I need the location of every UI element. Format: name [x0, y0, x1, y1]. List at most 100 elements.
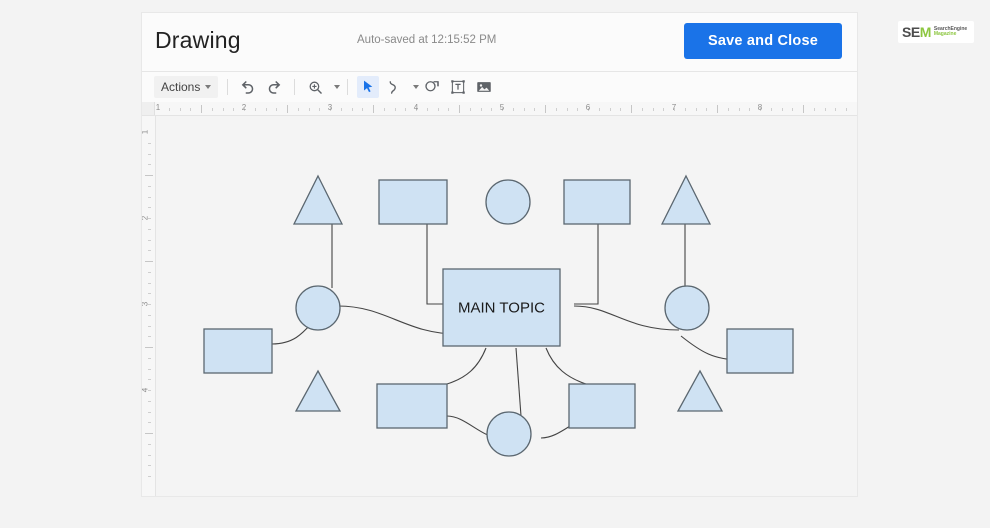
- ruler-tick: [405, 108, 407, 111]
- tri-bot-left-body[interactable]: [294, 369, 342, 412]
- diagram-svg: MAIN TOPIC: [203, 174, 794, 457]
- editor-toolbar: Actions: [142, 72, 857, 103]
- shape-circle-left[interactable]: [295, 285, 341, 331]
- shape-rect-left[interactable]: [203, 328, 273, 374]
- actions-menu[interactable]: Actions: [154, 76, 219, 98]
- line-curve-icon[interactable]: [383, 76, 405, 98]
- connector-line[interactable]: [337, 305, 458, 335]
- editor-header: Drawing Auto-saved at 12:15:52 PM Save a…: [142, 13, 857, 72]
- undo-icon[interactable]: [237, 76, 259, 98]
- save-and-close-button[interactable]: Save and Close: [684, 23, 842, 59]
- shape-main-topic[interactable]: MAIN TOPIC: [442, 268, 561, 347]
- ruler-tick: [148, 282, 151, 284]
- sem-logo: SE M SearchEngine Magazine: [898, 21, 974, 43]
- text-box-icon-svg: [451, 80, 466, 94]
- redo-icon[interactable]: [263, 76, 285, 98]
- ruler-tick: [770, 108, 772, 111]
- canvas-viewport: MAIN TOPIC: [156, 116, 857, 496]
- rect-top-2-body[interactable]: [563, 179, 631, 225]
- connector-line[interactable]: [574, 222, 599, 305]
- shape-icon[interactable]: [421, 76, 443, 98]
- shape-tri-bot-left[interactable]: [294, 369, 342, 412]
- ruler-tick: [148, 465, 151, 467]
- horizontal-ruler[interactable]: 1 2 3 4 5 6 7 8: [142, 102, 857, 116]
- ruler-tick: [813, 108, 815, 111]
- shape-tri-bot-right[interactable]: [676, 369, 724, 412]
- image-icon[interactable]: [473, 76, 495, 98]
- ruler-tick: [148, 422, 151, 424]
- rect-bot-right-body[interactable]: [568, 383, 636, 429]
- shape-tri-top-left[interactable]: [292, 174, 344, 225]
- ruler-tick: [598, 108, 600, 111]
- connector-line[interactable]: [515, 347, 522, 417]
- ruler-tick: [803, 105, 804, 113]
- select-cursor-icon[interactable]: [357, 76, 380, 98]
- ruler-tick: [362, 108, 364, 111]
- tri-top-left-body[interactable]: [292, 174, 344, 225]
- rect-right-body[interactable]: [726, 328, 794, 374]
- shape-icon-svg: [425, 81, 440, 92]
- text-box-icon[interactable]: [447, 76, 469, 98]
- ruler-tick: [545, 105, 546, 113]
- zoom-icon[interactable]: [304, 76, 326, 98]
- circle-top-mid-body[interactable]: [485, 179, 531, 225]
- circle-bottom-body[interactable]: [486, 411, 532, 457]
- ruler-tick: [459, 105, 460, 113]
- ruler-tick: [555, 108, 557, 111]
- screen-root: SE M SearchEngine Magazine Drawing Auto-s…: [0, 0, 990, 528]
- ruler-tick: [168, 108, 170, 111]
- tri-bot-right-body[interactable]: [676, 369, 724, 412]
- vertical-ruler[interactable]: 1 2 3 4: [142, 116, 156, 496]
- chevron-down-icon: [205, 85, 212, 89]
- ruler-tick: [426, 108, 428, 111]
- connector-line[interactable]: [545, 347, 587, 385]
- ruler-tick: [738, 108, 740, 111]
- ruler-tick: [491, 108, 493, 111]
- ruler-tick: [512, 108, 514, 111]
- ruler-tick: [319, 108, 321, 111]
- ruler-tick: [340, 108, 342, 111]
- autosave-status: Auto-saved at 12:15:52 PM: [357, 34, 497, 46]
- line-dropdown-arrow[interactable]: [407, 76, 419, 98]
- ruler-label: 3: [142, 302, 150, 306]
- ruler-corner: [142, 102, 155, 115]
- ruler-tick: [211, 108, 213, 111]
- ruler-tick: [577, 108, 579, 111]
- shape-rect-right[interactable]: [726, 328, 794, 374]
- ruler-tick: [846, 108, 847, 111]
- circle-right-body[interactable]: [664, 285, 710, 331]
- logo-words: SearchEngine Magazine: [934, 26, 967, 38]
- cursor-arrow-icon-svg: [364, 80, 373, 93]
- rect-left-body[interactable]: [203, 328, 273, 374]
- circle-left-body[interactable]: [295, 285, 341, 331]
- shape-rect-top-2[interactable]: [563, 179, 631, 225]
- ruler-tick: [148, 379, 151, 381]
- ruler-tick: [652, 108, 654, 111]
- connector-line[interactable]: [446, 347, 487, 385]
- connector-line[interactable]: [573, 305, 680, 331]
- shape-rect-bot-right[interactable]: [568, 383, 636, 429]
- ruler-tick: [437, 108, 439, 111]
- ruler-tick: [792, 108, 794, 111]
- rect-bot-left-body[interactable]: [376, 383, 448, 429]
- ruler-tick: [148, 228, 151, 230]
- image-icon-svg: [477, 82, 492, 92]
- ruler-label: 1: [155, 103, 161, 112]
- ruler-tick: [373, 105, 374, 113]
- ruler-tick: [148, 357, 151, 359]
- shape-rect-bot-left[interactable]: [376, 383, 448, 429]
- shape-circle-right[interactable]: [664, 285, 710, 331]
- ruler-tick: [148, 142, 151, 144]
- shape-circle-top-mid[interactable]: [485, 179, 531, 225]
- ruler-tick: [620, 108, 622, 111]
- zoom-dropdown-arrow[interactable]: [328, 76, 340, 98]
- tri-top-right-body[interactable]: [660, 174, 712, 225]
- ruler-tick: [148, 336, 151, 338]
- shape-circle-bottom[interactable]: [486, 411, 532, 457]
- ruler-tick: [276, 108, 278, 111]
- shape-rect-top-1[interactable]: [378, 179, 448, 225]
- rect-top-1-body[interactable]: [378, 179, 448, 225]
- drawing-canvas[interactable]: MAIN TOPIC: [156, 116, 857, 496]
- toolbar-divider: [294, 79, 296, 95]
- shape-tri-top-right[interactable]: [660, 174, 712, 225]
